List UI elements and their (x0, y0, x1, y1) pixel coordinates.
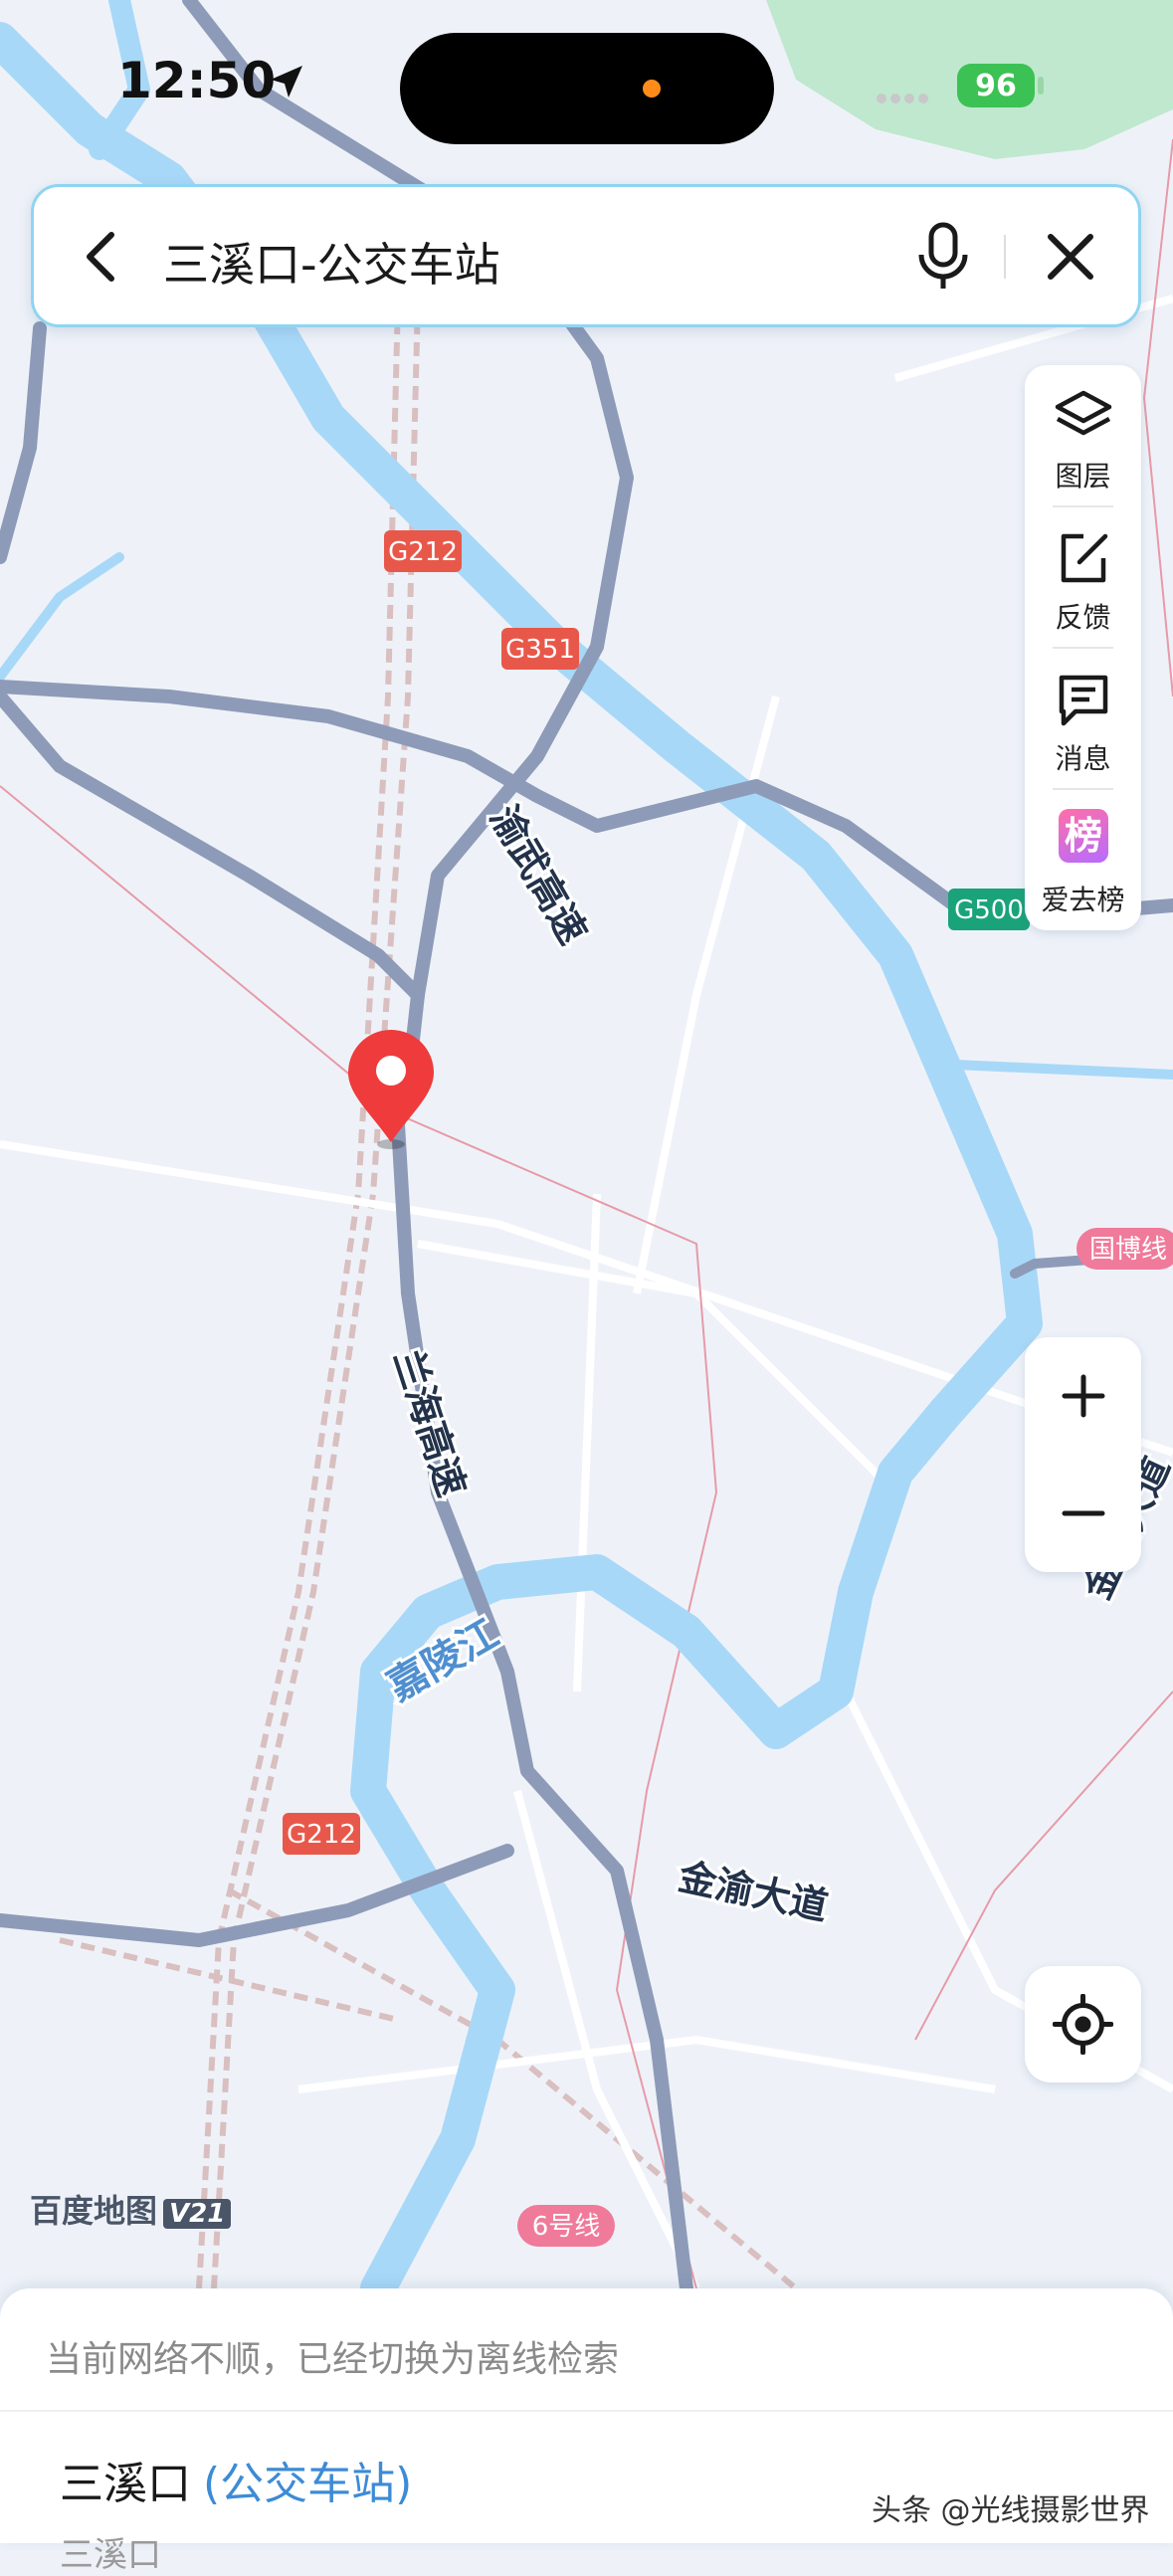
battery-nub (1038, 77, 1044, 95)
tool-feedback-label: 反馈 (1055, 601, 1111, 634)
metro-label-guobo-text: 国博线 (1089, 1235, 1167, 1265)
search-query[interactable]: 三溪口-公交车站 (163, 229, 500, 295)
tool-ranking-label: 爱去榜 (1041, 884, 1125, 916)
result-item[interactable]: 三溪口 (公交车站) (60, 2448, 412, 2511)
metro-label-6-text: 6号线 (532, 2212, 601, 2242)
feedback-icon (1061, 533, 1108, 583)
sheet-divider (0, 2410, 1173, 2412)
plus-icon (1062, 1374, 1105, 1418)
status-time: 12:50 (117, 52, 277, 109)
ranking-icon: 榜 (1059, 809, 1108, 863)
search-bar: 三溪口-公交车站 (31, 184, 1141, 327)
baidu-map-logo: 百度地图 V21 (30, 2186, 232, 2232)
crosshair-icon (1053, 1994, 1113, 2055)
microphone-icon[interactable] (909, 221, 977, 293)
search-divider (1004, 235, 1006, 279)
result-name: 三溪口 (60, 2459, 191, 2509)
back-icon[interactable] (72, 225, 135, 289)
result-subtitle: 三溪口 (60, 2535, 161, 2575)
close-icon[interactable] (1039, 225, 1102, 289)
tool-layers[interactable]: 图层 (1025, 365, 1141, 506)
tool-messages-label: 消息 (1055, 742, 1111, 775)
tool-messages[interactable]: 消息 (1025, 648, 1141, 789)
privacy-indicator (643, 80, 661, 98)
zoom-out-button[interactable] (1025, 1455, 1141, 1572)
shield-g351-text: G351 (505, 635, 575, 665)
tool-feedback[interactable]: 反馈 (1025, 506, 1141, 648)
map-canvas[interactable]: 渝武高速 兰海高速 金渝大道 金山大道 嘉陵江 G212 G351 G500 G… (0, 0, 1173, 2543)
shield-g500-text: G500 (954, 895, 1024, 925)
minus-icon (1062, 1510, 1105, 1516)
shield-g212-south-text: G212 (287, 1820, 356, 1850)
battery-level: 96 (975, 68, 1017, 103)
zoom-in-button[interactable] (1025, 1337, 1141, 1455)
zoom-controls (1025, 1337, 1141, 1572)
map-tool-panel: 图层 反馈 消息 榜 爱去榜 (1025, 365, 1141, 930)
watermark: 头条 @光线摄影世界 (872, 2493, 1150, 2528)
dynamic-island (400, 33, 774, 144)
location-arrow-icon (271, 66, 302, 98)
battery-icon: 96 (957, 64, 1035, 107)
signal-icon (877, 94, 928, 103)
tool-ranking[interactable]: 榜 爱去榜 (1025, 789, 1141, 930)
result-type: (公交车站) (203, 2459, 413, 2509)
tool-layers-label: 图层 (1055, 460, 1111, 493)
shield-g212-north-text: G212 (388, 537, 458, 567)
layers-icon (1055, 390, 1112, 436)
message-icon (1059, 675, 1108, 726)
locate-button[interactable] (1025, 1966, 1141, 2082)
logo-version: V21 (163, 2199, 232, 2229)
offline-notice: 当前网络不顺，已经切换为离线检索 (46, 2339, 620, 2380)
logo-text: 百度地图 (30, 2192, 158, 2230)
